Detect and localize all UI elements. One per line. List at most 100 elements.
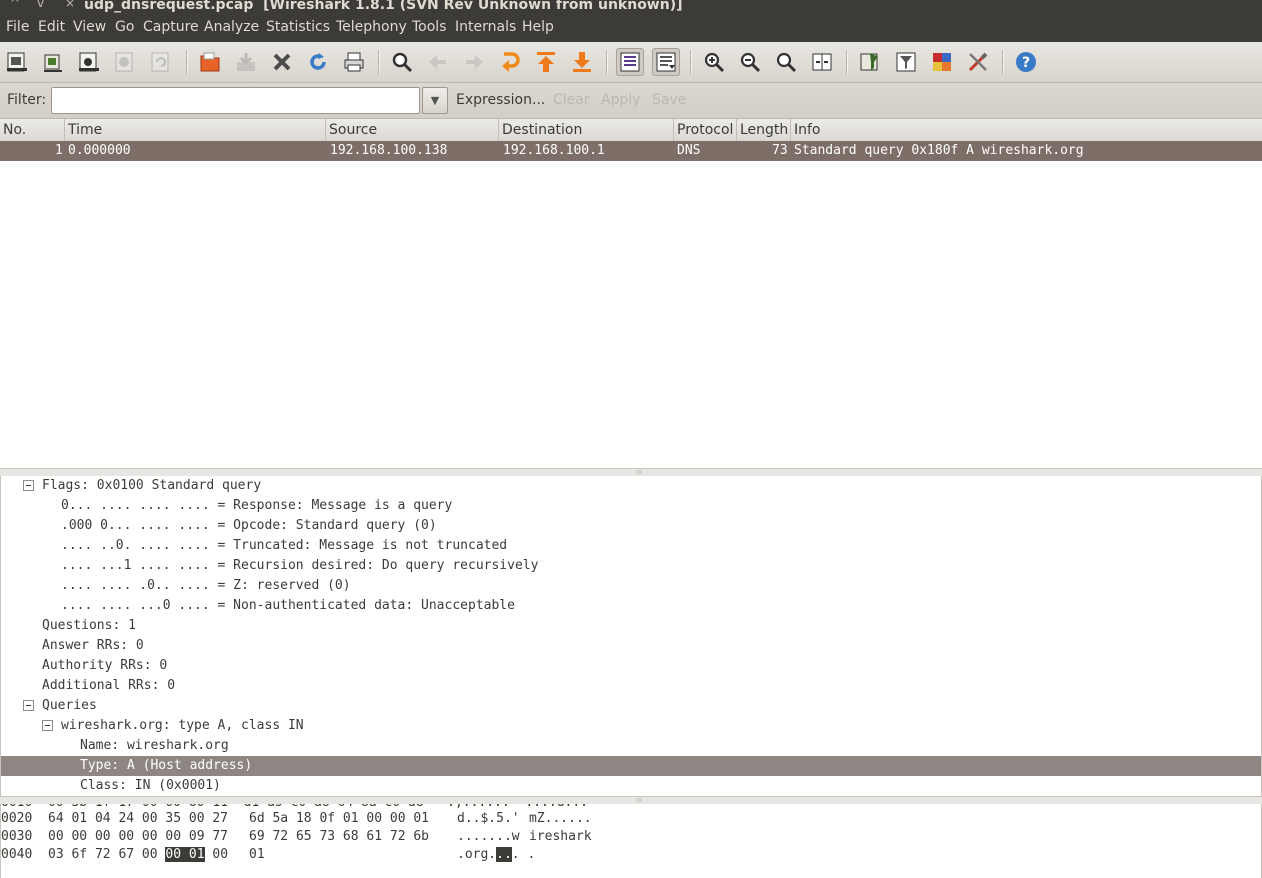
menu-capture[interactable]: Capture xyxy=(143,19,199,35)
minimize-button[interactable]: ^ xyxy=(10,0,20,10)
column-no[interactable]: No. xyxy=(0,119,65,141)
collapse-icon[interactable] xyxy=(23,480,34,491)
menu-edit[interactable]: Edit xyxy=(38,19,65,35)
tree-row[interactable]: Queries xyxy=(1,696,1261,716)
go-to-packet-icon[interactable] xyxy=(496,48,524,76)
tree-row[interactable]: .... .... .0.. .... = Z: reserved (0) xyxy=(1,576,1261,596)
column-length[interactable]: Length xyxy=(737,119,791,141)
collapse-icon[interactable] xyxy=(42,720,53,731)
column-time[interactable]: Time xyxy=(65,119,326,141)
tree-row[interactable]: Name: wireshark.org xyxy=(1,736,1261,756)
tree-row[interactable]: .... ..0. .... .... = Truncated: Message… xyxy=(1,536,1261,556)
clear-button[interactable]: Clear xyxy=(553,92,590,108)
splitter-grip xyxy=(636,470,642,474)
menu-analyze[interactable]: Analyze xyxy=(204,19,259,35)
packet-info: Standard query 0x180f A wireshark.org xyxy=(794,143,1084,158)
filter-dropdown-button[interactable]: ▼ xyxy=(422,87,448,114)
options-icon[interactable] xyxy=(39,48,67,76)
tree-label: 0... .... .... .... = Response: Message … xyxy=(61,498,453,513)
column-destination[interactable]: Destination xyxy=(499,119,674,141)
filter-input[interactable] xyxy=(51,87,420,114)
column-protocol[interactable]: Protocol xyxy=(674,119,737,141)
coloring-rules-icon[interactable] xyxy=(928,48,956,76)
close-button[interactable]: × xyxy=(65,0,75,10)
toolbar-separator xyxy=(186,50,188,74)
tree-row[interactable]: .... ...1 .... .... = Recursion desired:… xyxy=(1,556,1261,576)
reload-icon[interactable] xyxy=(304,48,332,76)
go-back-icon[interactable] xyxy=(424,48,452,76)
tree-row[interactable]: Answer RRs: 0 xyxy=(1,636,1261,656)
zoom-in-icon[interactable] xyxy=(700,48,728,76)
packet-list-area[interactable] xyxy=(0,161,1262,468)
stop-capture-icon[interactable] xyxy=(111,48,139,76)
capture-filters-icon[interactable] xyxy=(856,48,884,76)
save-filter-button[interactable]: Save xyxy=(652,92,686,108)
save-file-icon[interactable] xyxy=(232,48,260,76)
go-forward-icon[interactable] xyxy=(460,48,488,76)
tree-row-selected[interactable]: Type: A (Host address) xyxy=(1,756,1261,776)
maximize-button[interactable]: v xyxy=(37,0,44,10)
menu-view[interactable]: View xyxy=(73,19,106,35)
apply-button[interactable]: Apply xyxy=(601,92,641,108)
collapse-icon[interactable] xyxy=(23,700,34,711)
window-app-title: [Wireshark 1.8.1 (SVN Rev Unknown from u… xyxy=(263,0,683,13)
help-icon[interactable]: ? xyxy=(1012,48,1040,76)
hex-ascii-pre: .org. xyxy=(457,847,497,862)
hex-bytes-post: 00 xyxy=(212,847,229,862)
interfaces-icon[interactable] xyxy=(3,48,31,76)
tree-row[interactable]: Authority RRs: 0 xyxy=(1,656,1261,676)
hex-ascii-a: d..$.5.' xyxy=(457,811,520,826)
column-source[interactable]: Source xyxy=(326,119,499,141)
last-packet-icon[interactable] xyxy=(568,48,596,76)
tree-row[interactable]: Class: IN (0x0001) xyxy=(1,776,1261,796)
hex-offset: 0030 xyxy=(1,829,33,844)
tree-row[interactable]: 0... .... .... .... = Response: Message … xyxy=(1,496,1261,516)
auto-scroll-icon[interactable] xyxy=(652,48,680,76)
close-file-icon[interactable] xyxy=(268,48,296,76)
menu-help[interactable]: Help xyxy=(522,19,554,35)
packet-no: 1 xyxy=(55,143,63,158)
packet-protocol: DNS xyxy=(677,143,701,158)
menu-file[interactable]: File xyxy=(6,19,29,35)
tree-label: .... ..0. .... .... = Truncated: Message… xyxy=(61,538,508,553)
tree-label: .... .... .0.. .... = Z: reserved (0) xyxy=(61,578,351,593)
first-packet-icon[interactable] xyxy=(532,48,560,76)
tree-label: Flags: 0x0100 Standard query xyxy=(42,478,262,493)
tree-row[interactable]: Additional RRs: 0 xyxy=(1,676,1261,696)
column-info[interactable]: Info xyxy=(791,119,1262,141)
tree-label: Queries xyxy=(42,698,97,713)
tree-row[interactable]: .000 0... .... .... = Opcode: Standard q… xyxy=(1,516,1261,536)
tree-label: .000 0... .... .... = Opcode: Standard q… xyxy=(61,518,437,533)
tree-row[interactable]: .... .... ...0 .... = Non-authenticated … xyxy=(1,596,1261,616)
main-toolbar: ? xyxy=(0,42,1262,83)
expression-button[interactable]: Expression... xyxy=(456,92,545,108)
packet-details-tree[interactable]: Flags: 0x0100 Standard query 0... .... .… xyxy=(0,476,1262,797)
tree-row[interactable]: Questions: 1 xyxy=(1,616,1261,636)
menu-go[interactable]: Go xyxy=(115,19,134,35)
menu-internals[interactable]: Internals xyxy=(455,19,516,35)
open-file-icon[interactable] xyxy=(196,48,224,76)
packet-destination: 192.168.100.1 xyxy=(503,143,605,158)
tree-row[interactable]: Flags: 0x0100 Standard query xyxy=(1,476,1261,496)
display-filters-icon[interactable] xyxy=(892,48,920,76)
colorize-icon[interactable] xyxy=(616,48,644,76)
packet-row[interactable]: 1 0.000000 192.168.100.138 192.168.100.1… xyxy=(0,141,1262,161)
restart-capture-icon[interactable] xyxy=(147,48,175,76)
packet-bytes-pane[interactable]: 0010 00 3b 1f 17 00 00 80 11 d1 a5 c0 a8… xyxy=(0,804,1262,878)
resize-columns-icon[interactable] xyxy=(808,48,836,76)
tree-row[interactable]: wireshark.org: type A, class IN xyxy=(1,716,1261,736)
menu-statistics[interactable]: Statistics xyxy=(266,19,330,35)
packet-list-header: No. Time Source Destination Protocol Len… xyxy=(0,119,1262,142)
normal-size-icon[interactable] xyxy=(772,48,800,76)
tree-label: Type: A (Host address) xyxy=(80,758,253,773)
tree-label: Questions: 1 xyxy=(42,618,136,633)
menu-telephony[interactable]: Telephony xyxy=(336,19,407,35)
zoom-out-icon[interactable] xyxy=(736,48,764,76)
hex-bytes-pre: 03 6f 72 67 00 xyxy=(48,847,158,862)
preferences-icon[interactable] xyxy=(964,48,992,76)
find-packet-icon[interactable] xyxy=(388,48,416,76)
print-icon[interactable] xyxy=(340,48,368,76)
start-capture-icon[interactable] xyxy=(75,48,103,76)
menu-tools[interactable]: Tools xyxy=(412,19,447,35)
tree-label: wireshark.org: type A, class IN xyxy=(61,718,304,733)
